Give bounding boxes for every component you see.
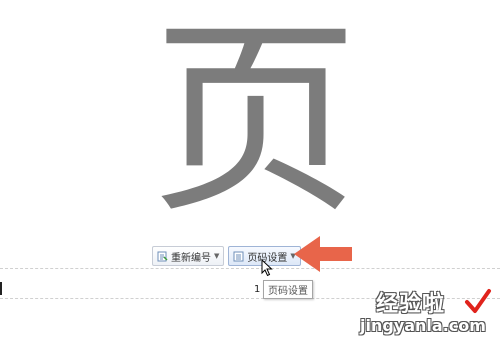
watermark-brand: 经验啦 [376,292,446,317]
watermark-url: jingyanla.com [360,316,486,335]
text-cursor [0,282,2,295]
chevron-down-icon: ▼ [214,252,220,260]
renumber-button[interactable]: 重新编号 ▼ [152,246,225,266]
footer-boundary-top [0,268,500,269]
checkmark-icon [465,289,491,313]
page-number-toolbar: 重新编号 ▼ 页码设置 ▼ [152,246,301,266]
page-number: 1 [254,284,261,295]
red-arrow-icon [294,236,352,272]
tooltip: 页码设置 [263,280,313,299]
mouse-pointer-icon [261,259,273,277]
watermark: 经验啦 jingyanla.com [360,286,496,336]
page-settings-icon [233,251,244,261]
renumber-label: 重新编号 [171,252,211,264]
large-character: 页 [151,0,359,242]
renumber-icon [157,251,168,261]
